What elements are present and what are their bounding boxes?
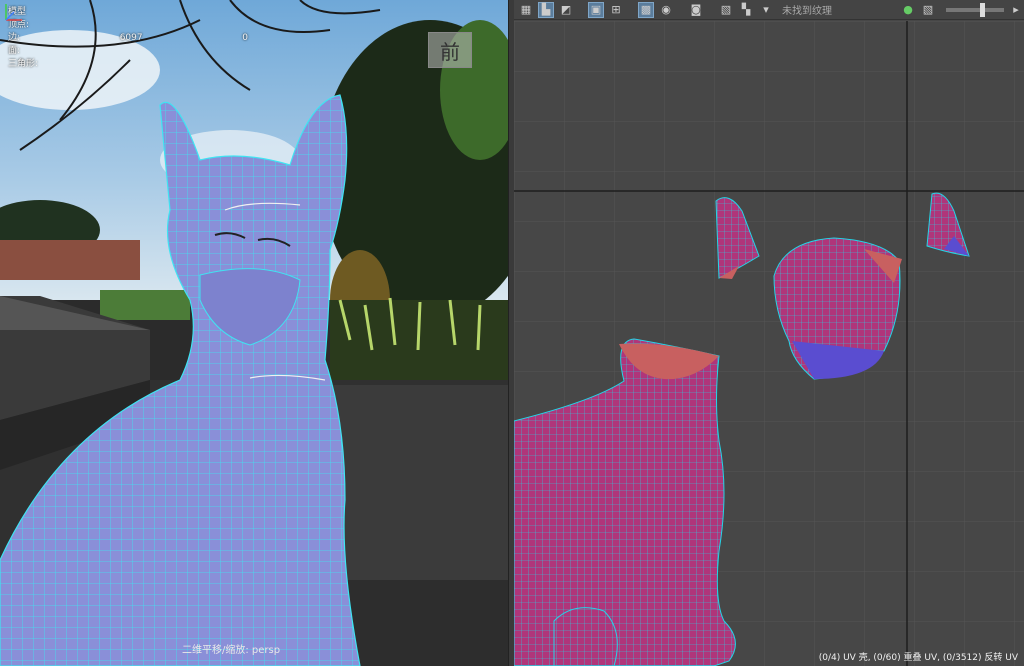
rgb-icon[interactable]: ●	[900, 2, 916, 18]
axis-gizmo-icon	[5, 4, 22, 21]
grid-icon[interactable]: ▣	[588, 1, 604, 18]
lawn	[100, 290, 190, 320]
snapshot-icon[interactable]: ◙	[688, 2, 704, 18]
image-toggle-icon[interactable]: ▧	[920, 2, 936, 18]
uv-status-text: (0/4) UV 壳, (0/60) 重叠 UV, (0/3512) 反转 UV	[818, 653, 1018, 663]
exposure-slider[interactable]	[946, 2, 1004, 17]
grid-lines-icon[interactable]: ⊞	[608, 2, 624, 18]
hud-row: 模型	[8, 7, 27, 17]
uv-editor-panel: ▦ ▙ ◩ ▣ ⊞ ▩ ◉ ◙ ▧ ▚ ▾ 未找到纹理 ● ▧ ▸ (0/4) …	[514, 0, 1024, 666]
checker-icon[interactable]: ▚	[738, 2, 754, 18]
hud-row: 三角形:	[8, 59, 39, 69]
perspective-viewport[interactable]: 模型 顶点: 边: 6097 0 面: 三角形: 前 二维平移/缩放: persp	[0, 0, 508, 666]
hud-row: 边: 6097 0	[8, 33, 248, 43]
uv-toolbar: ▦ ▙ ◩ ▣ ⊞ ▩ ◉ ◙ ▧ ▚ ▾ 未找到纹理 ● ▧ ▸	[514, 0, 1024, 20]
hud-row: 顶点:	[8, 20, 30, 30]
uv-flip-icon[interactable]: ◩	[558, 2, 574, 18]
texture-status: 未找到纹理	[782, 6, 832, 17]
image-icon[interactable]: ▧	[718, 2, 734, 18]
uv-canvas[interactable]	[514, 21, 1024, 666]
uv-select-icon[interactable]: ▙	[538, 1, 554, 18]
exposure-slider-thumb[interactable]	[979, 2, 985, 17]
maya-window: 模型 顶点: 边: 6097 0 面: 三角形: 前 二维平移/缩放: persp …	[0, 0, 1024, 666]
sphere-icon[interactable]: ◉	[658, 2, 674, 18]
viewcube[interactable]: 前	[428, 32, 472, 68]
hud-row: 面:	[8, 46, 21, 56]
checker-grid-icon[interactable]: ▩	[638, 1, 654, 18]
camera-label: 二维平移/缩放: persp	[182, 645, 281, 656]
forward-icon[interactable]: ▸	[1008, 2, 1024, 18]
uv-shell-icon[interactable]: ▦	[518, 2, 534, 18]
viewport-scene	[0, 0, 508, 666]
dropdown-icon[interactable]: ▾	[758, 2, 774, 18]
uv-shell-leg[interactable]	[553, 607, 618, 666]
heads-up-display: 模型 顶点: 边: 6097 0 面: 三角形:	[8, 6, 248, 71]
roof	[0, 240, 140, 280]
